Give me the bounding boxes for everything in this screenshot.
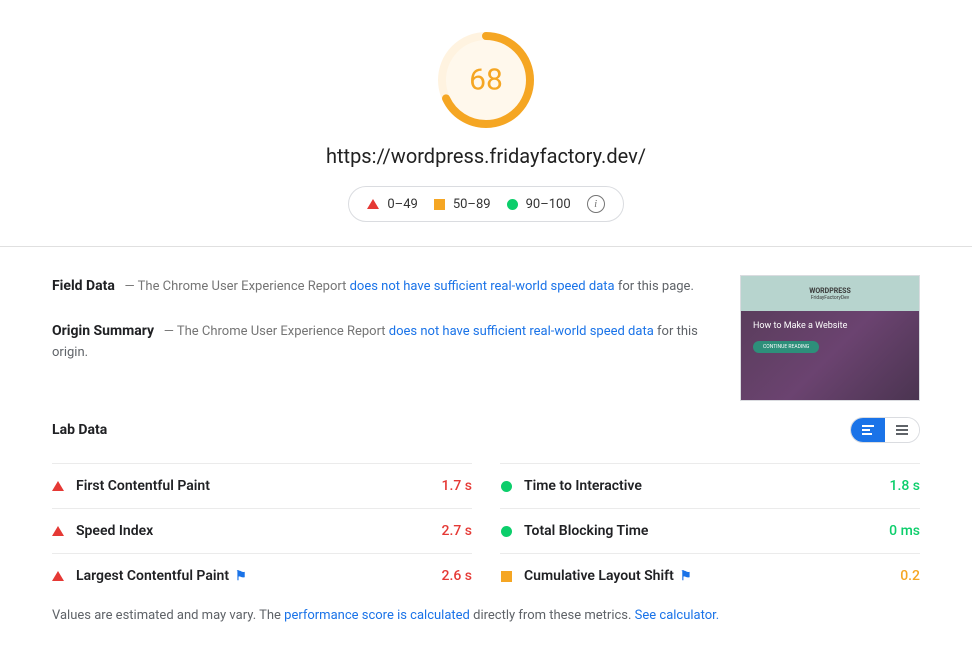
metric-name: Speed Index <box>76 523 430 539</box>
flag-icon[interactable]: ⚑ <box>235 569 247 584</box>
square-icon <box>434 199 445 210</box>
metric-name: Cumulative Layout Shift ⚑ <box>524 568 888 584</box>
metric-name: Total Blocking Time <box>524 523 877 539</box>
score-header: 68 https://wordpress.fridayfactory.dev/ … <box>0 0 972 247</box>
legend-medium: 50–89 <box>434 197 491 212</box>
score-legend: 0–49 50–89 90–100 i <box>348 186 623 222</box>
view-toggle-detailed[interactable] <box>851 418 885 442</box>
metric-row[interactable]: Total Blocking Time 0 ms <box>500 508 920 553</box>
flag-icon[interactable]: ⚑ <box>680 569 692 584</box>
square-icon <box>501 571 512 582</box>
see-calculator-link[interactable]: See calculator. <box>635 608 720 623</box>
origin-summary-label: Origin Summary <box>52 323 154 339</box>
triangle-icon <box>52 526 64 536</box>
origin-summary-link[interactable]: does not have sufficient real-world spee… <box>389 324 654 339</box>
legend-good: 90–100 <box>507 197 571 212</box>
metric-value: 0.2 <box>900 568 920 584</box>
score-value: 68 <box>469 63 503 98</box>
triangle-icon <box>52 481 64 491</box>
origin-summary-section: Origin Summary — The Chrome User Experie… <box>52 320 712 364</box>
score-gauge: 68 <box>436 30 536 130</box>
field-data-label: Field Data <box>52 278 115 294</box>
metric-value: 2.7 s <box>442 523 473 539</box>
lab-data-title: Lab Data <box>52 422 107 438</box>
metric-row[interactable]: Cumulative Layout Shift ⚑ 0.2 <box>500 553 920 598</box>
view-toggle-compact[interactable] <box>885 418 919 442</box>
tested-url: https://wordpress.fridayfactory.dev/ <box>0 144 972 168</box>
metric-row[interactable]: Largest Contentful Paint ⚑ 2.6 s <box>52 553 472 598</box>
info-icon[interactable]: i <box>587 195 605 213</box>
field-data-link[interactable]: does not have sufficient real-world spee… <box>350 279 615 294</box>
circle-icon <box>501 526 512 537</box>
metric-value: 2.6 s <box>442 568 473 584</box>
bars-equal-icon <box>896 425 908 435</box>
metric-value: 0 ms <box>889 523 920 539</box>
triangle-icon <box>52 571 64 581</box>
metric-name: Time to Interactive <box>524 478 878 494</box>
view-toggle <box>850 417 920 443</box>
metric-row[interactable]: Speed Index 2.7 s <box>52 508 472 553</box>
circle-icon <box>507 199 518 210</box>
triangle-icon <box>367 199 379 209</box>
circle-icon <box>501 481 512 492</box>
metric-name: Largest Contentful Paint ⚑ <box>76 568 430 584</box>
metric-row[interactable]: First Contentful Paint 1.7 s <box>52 463 472 508</box>
perf-score-link[interactable]: performance score is calculated <box>284 608 470 623</box>
field-data-section: Field Data — The Chrome User Experience … <box>52 275 712 298</box>
metric-row[interactable]: Time to Interactive 1.8 s <box>500 463 920 508</box>
metric-name: First Contentful Paint <box>76 478 430 494</box>
metric-value: 1.8 s <box>890 478 921 494</box>
page-thumbnail: WORDPRESS FridayFactoryDev How to Make a… <box>740 275 920 401</box>
legend-poor: 0–49 <box>367 197 417 212</box>
metric-value: 1.7 s <box>442 478 473 494</box>
lab-footer-note: Values are estimated and may vary. The p… <box>52 606 920 627</box>
bars-left-icon <box>862 425 874 435</box>
